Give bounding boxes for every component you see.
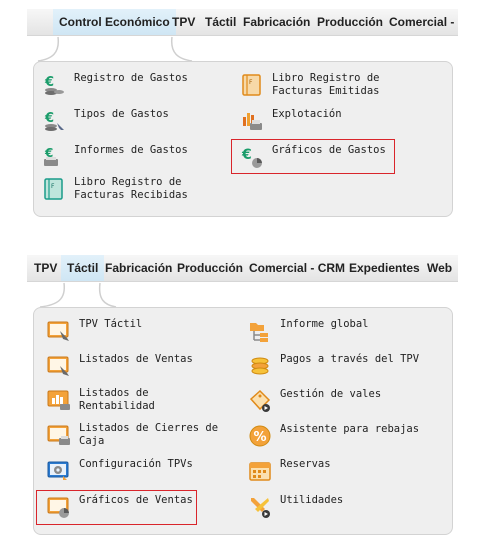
dropdown-connector-2 [39, 282, 117, 308]
graficos-ventas-item[interactable]: Gráficos de Ventas [47, 494, 207, 524]
menu-fabricacion[interactable]: Fabricación [105, 255, 172, 281]
reservas-item[interactable]: Reservas [248, 458, 428, 488]
tipos-gastos-label: Tipos de Gastos [74, 108, 169, 120]
top-menu-bar-2: TPV Táctil Fabricación Producción Comerc… [27, 255, 458, 282]
graficos-gastos-label: Gráficos de Gastos [272, 144, 386, 156]
gestion-vales-item[interactable]: Gestión de vales [248, 388, 428, 418]
libro-registro-emitidas-item[interactable]: F Libro Registro de Facturas Emitidas [240, 72, 430, 102]
menu-produccion[interactable]: Producción [177, 255, 243, 281]
folder-tree-icon [250, 323, 268, 342]
percent-badge-icon: % [249, 425, 271, 447]
reservas-label: Reservas [280, 458, 331, 470]
registro-gastos-item[interactable]: € Registro de Gastos [42, 72, 222, 102]
menu-expedientes[interactable]: Expedientes [349, 255, 420, 281]
informes-gastos-label: Informes de Gastos [74, 144, 188, 156]
euro-pie-chart-icon: € [241, 147, 262, 168]
euro-printer-icon: € [44, 146, 58, 166]
svg-text:€: € [241, 147, 252, 163]
dropdown-connector [37, 36, 193, 62]
listados-ventas-label: Listados de Ventas [79, 353, 193, 365]
menu-comercial-crm[interactable]: Comercial - CRM [249, 255, 345, 281]
explotacion-label: Explotación [272, 108, 342, 120]
informe-global-item[interactable]: Informe global [248, 318, 428, 348]
screen-printer-icon [47, 425, 70, 445]
euro-coins-icon: € [44, 111, 64, 131]
menu-produccion[interactable]: Producción [317, 9, 383, 35]
configuracion-tpvs-label: Configuración TPVs [79, 458, 193, 470]
gestion-vales-label: Gestión de vales [280, 388, 382, 400]
tpv-tactil-label: TPV Táctil [79, 318, 143, 330]
graficos-ventas-label: Gráficos de Ventas [79, 494, 193, 506]
svg-text:F: F [249, 79, 253, 86]
gear-screen-icon [47, 461, 69, 480]
tools-icon [251, 498, 270, 518]
tpv-tactil-item[interactable]: TPV Táctil [47, 318, 227, 348]
menu-tactil[interactable]: Táctil [61, 255, 105, 281]
libro-registro-recibidas-item[interactable]: F Libro Registro de Facturas Recibidas [42, 176, 232, 206]
utilidades-label: Utilidades [280, 494, 344, 506]
svg-text:€: € [44, 75, 54, 90]
svg-text:F: F [51, 183, 55, 190]
libro-registro-recibidas-label: Libro Registro de Facturas Recibidas [74, 176, 188, 201]
listados-cierres-caja-item[interactable]: Listados de Cierres de Caja [47, 422, 237, 452]
informes-gastos-item[interactable]: € Informes de Gastos [42, 144, 222, 174]
libro-registro-emitidas-label: Libro Registro de Facturas Emitidas [272, 72, 380, 97]
explotacion-item[interactable]: Explotación [240, 108, 420, 138]
listados-rentabilidad-label: Listados de Rentabilidad [79, 387, 155, 412]
svg-text:€: € [44, 111, 54, 126]
screen-pie-chart-icon [47, 497, 69, 518]
top-menu-bar: Control Económico TPV Táctil Fabricación… [27, 9, 458, 36]
chart-printer-icon [243, 113, 262, 130]
configuracion-tpvs-item[interactable]: Configuración TPVs [47, 458, 227, 488]
utilidades-item[interactable]: Utilidades [248, 494, 428, 524]
listados-rentabilidad-item[interactable]: Listados de Rentabilidad [47, 387, 227, 417]
voucher-tag-icon [249, 389, 271, 412]
menu-tpv[interactable]: TPV [172, 9, 195, 35]
asistente-rebajas-label: Asistente para rebajas [280, 423, 420, 435]
registro-gastos-label: Registro de Gastos [74, 72, 188, 84]
menu-tactil[interactable]: Táctil [205, 9, 236, 35]
euro-coins-icon: € [44, 75, 64, 95]
menu-comercial[interactable]: Comercial - [389, 9, 454, 35]
pagos-tpv-label: Pagos a través del TPV [280, 353, 420, 365]
menu-fabricacion[interactable]: Fabricación [243, 9, 310, 35]
coins-icon [251, 357, 269, 375]
asistente-rebajas-item[interactable]: % Asistente para rebajas [248, 423, 438, 453]
ledger-book-icon: F [242, 74, 261, 96]
pagos-tpv-item[interactable]: Pagos a través del TPV [248, 353, 428, 383]
informe-global-label: Informe global [280, 318, 369, 330]
calendar-icon [249, 462, 271, 481]
menu-web[interactable]: Web [427, 255, 452, 281]
graficos-gastos-item[interactable]: € Gráficos de Gastos [240, 144, 400, 174]
ledger-book-icon: F [44, 178, 63, 200]
menu-tpv[interactable]: TPV [34, 255, 57, 281]
touch-screen-icon [47, 321, 69, 341]
touch-screen-icon [47, 356, 69, 376]
listados-ventas-item[interactable]: Listados de Ventas [47, 353, 227, 383]
svg-text:%: % [254, 430, 267, 445]
menu-control-economico[interactable]: Control Económico [53, 9, 176, 35]
listados-cierres-caja-label: Listados de Cierres de Caja [79, 422, 219, 447]
bar-chart-printer-icon [47, 390, 70, 410]
tipos-gastos-item[interactable]: € Tipos de Gastos [42, 108, 222, 138]
